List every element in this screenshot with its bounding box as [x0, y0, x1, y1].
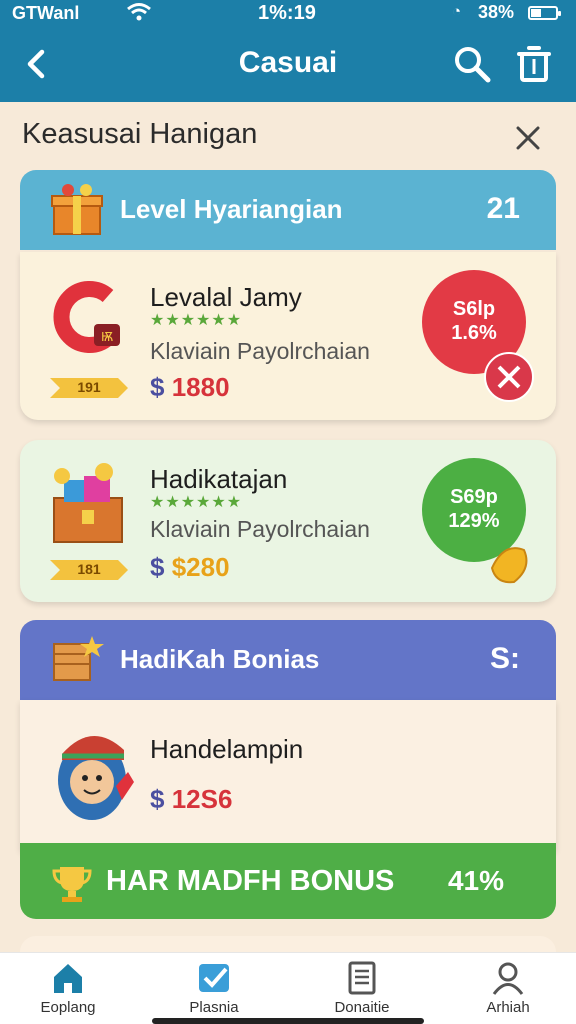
- price-value: 12S6: [171, 784, 233, 814]
- star-rating: ★★★★★★: [150, 494, 243, 511]
- status-time: 1%:19: [258, 2, 316, 24]
- section-count: S:: [490, 642, 520, 675]
- nav-item-home[interactable]: Eoplang: [8, 961, 128, 1016]
- search-icon[interactable]: [450, 42, 494, 86]
- nav-label: Arhiah: [486, 999, 530, 1016]
- section-title: HadiKah Bonias: [120, 644, 320, 674]
- check-icon: [199, 964, 229, 992]
- magnet-icon: Ѭ: [48, 276, 128, 366]
- nav-label: Donaitie: [334, 999, 390, 1016]
- battery-percent: 38%: [478, 2, 515, 22]
- bottom-nav: Eoplang Plasnia Donaitie Arhiah: [0, 952, 576, 1024]
- gift-box-icon: [48, 180, 106, 238]
- trophy-icon: [50, 861, 94, 905]
- section-header-level: Level Hyariangian 21: [20, 170, 556, 250]
- app-header: GTWanl 1%:19 ◔ 38% Casuai: [0, 0, 576, 102]
- section-header-bonus: HadiKah Bonias S:: [20, 620, 556, 700]
- wifi-icon: [126, 2, 152, 27]
- price-value: 1880: [171, 372, 230, 402]
- section-count: 21: [486, 192, 520, 225]
- card-price: $ 12S6: [150, 784, 233, 814]
- battery-icon: [528, 6, 561, 20]
- nav-header: Casuai: [0, 36, 576, 96]
- level-ribbon: 191: [50, 374, 128, 402]
- nav-item-profile[interactable]: Arhiah: [448, 961, 568, 1016]
- ribbon-label: 191: [77, 379, 101, 395]
- offer-card[interactable]: Ѭ 191 Levalal Jamy ★★★★★★ Klaviain Payol…: [20, 252, 556, 420]
- card-price: $ 1880: [150, 372, 230, 402]
- section-title: Level Hyariangian: [120, 194, 343, 224]
- carrier-label: GTWanl: [12, 3, 80, 23]
- card-price: $ $280: [150, 552, 230, 582]
- home-indicator: [152, 1018, 424, 1024]
- card-name: Levalal Jamy: [150, 282, 302, 312]
- level-ribbon: 181: [50, 556, 128, 584]
- profile-icon: [492, 962, 524, 995]
- badge-line1: S69p: [450, 486, 498, 508]
- trash-icon[interactable]: [512, 42, 556, 86]
- nav-item-check[interactable]: Plasnia: [154, 961, 274, 1016]
- cta-percent: 41%: [447, 865, 504, 896]
- card-subtitle: Klaviain Payolrchaian: [150, 516, 370, 542]
- treasure-chest-icon: [48, 460, 128, 550]
- nav-label: Plasnia: [189, 999, 239, 1016]
- card-name: Hadikatajan: [150, 464, 288, 494]
- location-icon: ◔: [452, 3, 462, 20]
- bonus-cta-button[interactable]: HAR MADFH BONUS 41%: [20, 843, 556, 919]
- badge-line2: 1.6%: [451, 322, 497, 344]
- close-icon[interactable]: [508, 118, 548, 158]
- document-icon: [348, 961, 376, 995]
- ribbon-label: 181: [77, 561, 101, 577]
- badge-line1: S6lp: [452, 298, 496, 320]
- panel-title: Keasusai Hanigan: [22, 118, 258, 150]
- coin-icon: [484, 538, 534, 588]
- star-rating: ★★★★★★: [150, 312, 243, 329]
- home-icon: [54, 964, 82, 993]
- avatar-icon: [48, 720, 138, 830]
- nav-item-document[interactable]: Donaitie: [302, 961, 422, 1016]
- svg-text:Ѭ: Ѭ: [101, 330, 113, 344]
- cta-label: HAR MADFH BONUS: [106, 865, 395, 897]
- offer-card[interactable]: 181 Hadikatajan ★★★★★★ Klaviain Payolrch…: [20, 440, 556, 602]
- card-subtitle: Klaviain Payolrchaian: [150, 338, 370, 364]
- nav-label: Eoplang: [40, 999, 96, 1016]
- price-value: $280: [171, 552, 230, 582]
- bonus-card[interactable]: Handelampin $ 12S6: [20, 700, 556, 850]
- card-name: Handelampin: [150, 734, 304, 764]
- status-bar: GTWanl 1%:19 ◔ 38%: [0, 0, 576, 28]
- badge-line2: 129%: [448, 510, 500, 532]
- star-crate-icon: [48, 630, 106, 688]
- crossed-swords-icon: [484, 352, 534, 402]
